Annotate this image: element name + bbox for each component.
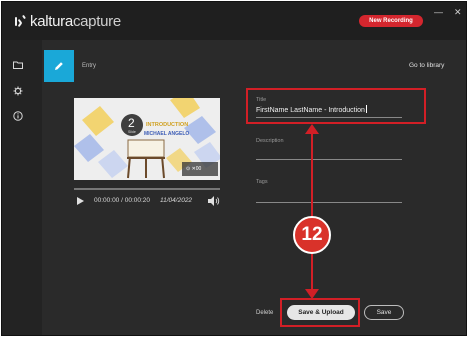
gear-icon[interactable] — [13, 86, 23, 96]
info-icon[interactable] — [13, 111, 23, 121]
slide-author: MICHAEL ANGELO — [144, 131, 190, 137]
seek-bar[interactable] — [74, 188, 220, 190]
arrow-down-head-icon — [305, 289, 319, 299]
tags-label: Tags — [256, 179, 268, 185]
slide-sub: Slide — [128, 130, 136, 134]
folder-icon[interactable] — [13, 60, 23, 70]
tags-field[interactable] — [256, 202, 402, 203]
edit-entry-tab[interactable] — [44, 50, 74, 82]
close-button[interactable]: ✕ — [454, 8, 462, 17]
annotation-arrow-down — [311, 254, 313, 290]
video-preview[interactable]: 2 Slide INTRODUCTION MICHAEL ANGELO ⊙ ✕0… — [74, 98, 220, 180]
go-to-library-link[interactable]: Go to library — [409, 62, 444, 69]
play-icon[interactable] — [77, 197, 84, 205]
description-field[interactable] — [256, 159, 402, 160]
brand-prefix: kaltura — [30, 12, 73, 30]
new-recording-button[interactable]: New Recording — [359, 15, 423, 27]
kaltura-logo-icon — [12, 13, 28, 29]
playback-time: 00:00:00 / 00:00:20 — [94, 197, 151, 204]
slide-number: 2 — [128, 116, 135, 130]
volume-icon[interactable] — [208, 196, 220, 206]
slide-title: INTRODUCTION — [146, 122, 189, 128]
preview-overlay-controls[interactable]: ⊙ ✕00 — [186, 166, 201, 172]
kaltura-capture-window: kalturacapture New Recording — ✕ Entry G… — [1, 1, 467, 336]
title-bar: kalturacapture New Recording — ✕ — [2, 2, 466, 40]
step-number-badge: 12 — [293, 216, 331, 254]
delete-button[interactable]: Delete — [256, 310, 273, 316]
arrow-up-head-icon — [305, 124, 319, 134]
minimize-button[interactable]: — — [434, 8, 443, 17]
player-controls: 00:00:00 / 00:00:20 11/04/2022 — [74, 196, 224, 208]
annotation-arrow-up — [311, 130, 313, 216]
entry-header: Entry Go to library — [42, 50, 466, 82]
title-highlight-box — [246, 88, 426, 124]
description-label: Description — [256, 138, 284, 144]
save-button[interactable]: Save — [364, 305, 404, 320]
pencil-icon — [55, 62, 63, 70]
entry-label: Entry — [82, 63, 97, 69]
brand-suffix: capture — [72, 12, 121, 30]
kaltura-logo: kalturacapture — [12, 12, 121, 30]
save-upload-highlight-box — [280, 298, 360, 327]
sidebar — [2, 40, 42, 335]
recording-date: 11/04/2022 — [160, 197, 193, 204]
